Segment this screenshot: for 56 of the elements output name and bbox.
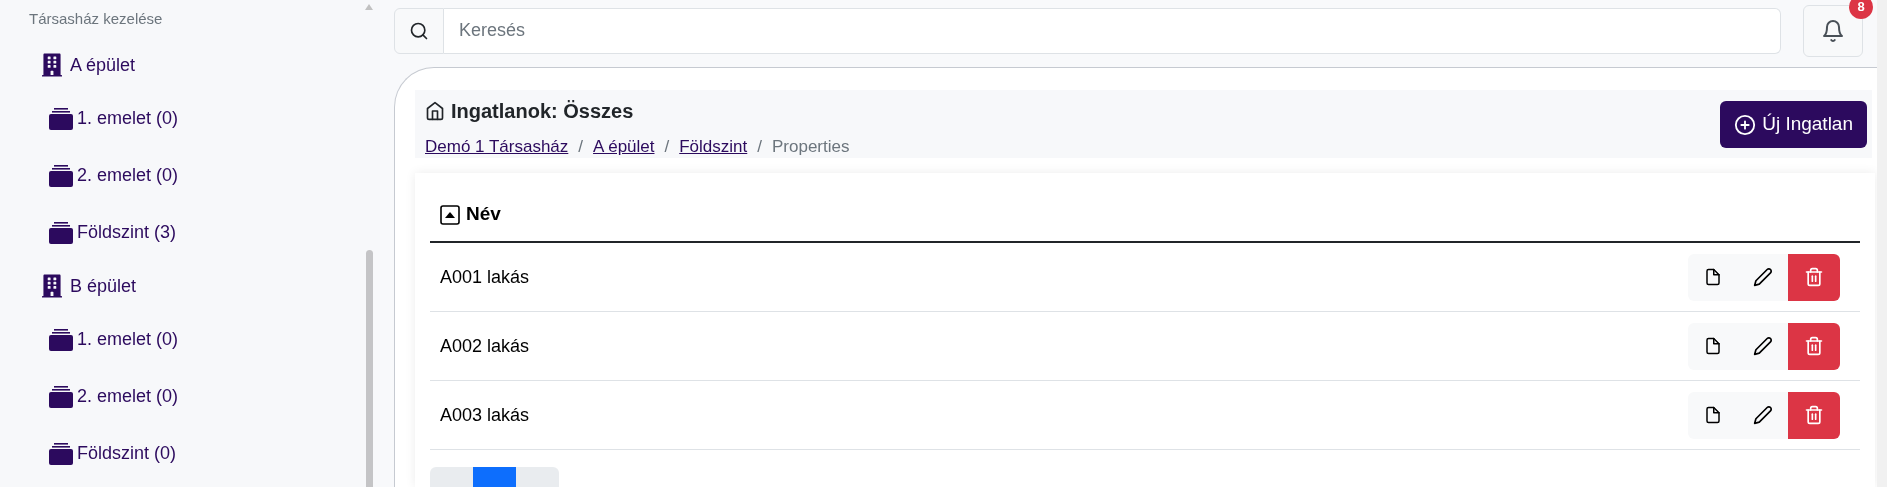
file-icon xyxy=(1704,405,1722,425)
table-cell-text: A001 lakás xyxy=(440,265,530,289)
sidebar-item[interactable]: 1. emelet (0) xyxy=(0,90,364,147)
notification-button[interactable] xyxy=(1803,4,1863,57)
breadcrumb-link[interactable]: A épület xyxy=(593,134,655,160)
trash-icon xyxy=(1804,267,1824,287)
edit-button[interactable] xyxy=(1738,322,1788,370)
trash-icon xyxy=(1804,405,1824,425)
sidebar-item[interactable]: A épület xyxy=(0,40,364,90)
delete-button[interactable] xyxy=(1788,253,1840,301)
view-button[interactable] xyxy=(1688,322,1738,370)
table-cell-text: A003 lakás xyxy=(440,403,530,427)
view-button[interactable] xyxy=(1688,391,1738,439)
tray-icon xyxy=(48,442,74,465)
pencil-icon xyxy=(1753,336,1773,356)
notification-badge: 8 xyxy=(1849,0,1873,19)
file-icon xyxy=(1704,336,1722,356)
breadcrumb-link[interactable]: Földszint xyxy=(679,134,748,160)
sidebar-item[interactable]: B épület xyxy=(0,261,364,311)
tray-icon xyxy=(48,107,74,130)
sidebar-item[interactable]: 2. emelet (0) xyxy=(0,368,364,425)
tray-icon xyxy=(48,328,74,351)
tray-icon xyxy=(48,221,74,244)
pencil-icon xyxy=(1753,267,1773,287)
breadcrumb-separator: / xyxy=(757,136,762,158)
trash-icon xyxy=(1804,336,1824,356)
delete-button[interactable] xyxy=(1788,322,1840,370)
new-property-button[interactable]: Új Ingatlan xyxy=(1720,101,1867,148)
home-icon xyxy=(425,101,445,121)
pencil-icon xyxy=(1753,405,1773,425)
breadcrumb-link[interactable]: Demó 1 Társasház xyxy=(425,134,569,160)
table-cell-text: A002 lakás xyxy=(440,334,530,358)
sidebar-title: Társasház kezelése xyxy=(28,9,164,29)
sidebar-item[interactable]: Földszint (3) xyxy=(0,204,364,261)
plus-circle-icon xyxy=(1734,113,1757,136)
sort-ascending-icon xyxy=(440,204,460,225)
sidebar-item[interactable]: 2. emelet (0) xyxy=(0,147,364,204)
tray-icon xyxy=(48,385,74,408)
page-title: Ingatlanok: Összes xyxy=(451,99,634,124)
view-button[interactable] xyxy=(1688,253,1738,301)
file-icon xyxy=(1704,267,1722,287)
building-icon xyxy=(42,52,62,78)
search-field[interactable]: Keresés xyxy=(444,7,1781,54)
sidebar-item[interactable]: Földszint (0) xyxy=(0,425,364,482)
bell-icon xyxy=(1821,18,1845,43)
building-icon xyxy=(42,273,62,299)
breadcrumb-current: Properties xyxy=(772,136,850,158)
breadcrumb-separator: / xyxy=(578,136,584,158)
tray-icon xyxy=(48,164,74,187)
edit-button[interactable] xyxy=(1738,391,1788,439)
delete-button[interactable] xyxy=(1788,391,1840,439)
edit-button[interactable] xyxy=(1738,253,1788,301)
search-icon xyxy=(409,20,429,41)
sidebar-item[interactable]: 1. emelet (0) xyxy=(0,311,364,368)
breadcrumb-separator: / xyxy=(664,136,670,158)
column-header[interactable]: Név xyxy=(466,200,501,229)
